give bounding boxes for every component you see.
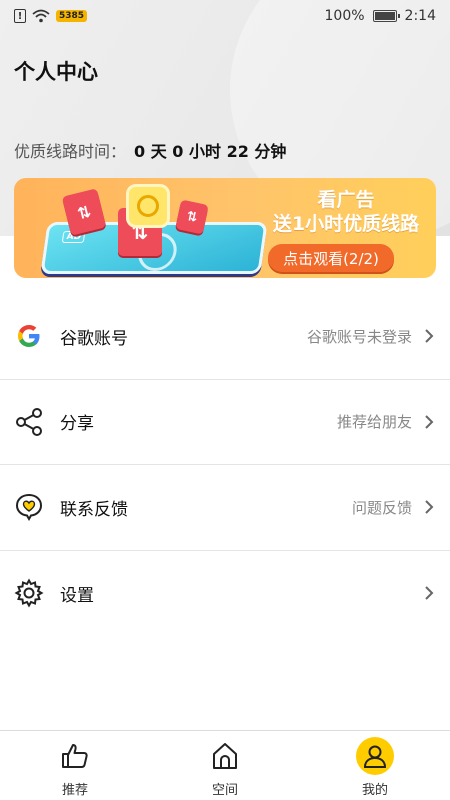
menu-item-hint: 问题反馈 <box>351 498 412 517</box>
menu-item-label: 设置 <box>60 585 94 606</box>
tab-mine[interactable]: 我的 <box>300 731 450 800</box>
wifi-icon <box>32 9 50 23</box>
chevron-right-icon <box>422 412 436 432</box>
watch-ad-banner[interactable]: AD ⇅ ⇅ ⇅ 看广告 送1小时优质线路 点击观看(2/2) <box>14 178 436 278</box>
chevron-right-icon <box>422 583 436 603</box>
status-bar: ! 5385 100% 2:14 <box>0 0 450 32</box>
quality-line-value: 0 天 0 小时 22 分钟 <box>134 142 287 161</box>
menu-item-hint: 推荐给朋友 <box>336 413 412 432</box>
tab-label: 推荐 <box>61 783 88 798</box>
tab-recommend[interactable]: 推荐 <box>0 731 150 800</box>
share-icon <box>14 407 44 437</box>
alert-icon: ! <box>14 9 26 23</box>
tab-label: 我的 <box>361 783 388 798</box>
battery-icon <box>372 10 400 22</box>
chevron-right-icon <box>422 326 436 346</box>
watch-ad-button[interactable]: 点击观看(2/2) <box>268 244 394 272</box>
battery-percent: 100% <box>324 8 365 24</box>
banner-headline-line1: 看广告 <box>317 189 375 211</box>
tab-space[interactable]: 空间 <box>150 731 300 800</box>
chevron-right-icon <box>422 497 436 517</box>
menu-item-feedback[interactable]: 联系反馈 问题反馈 <box>0 465 450 551</box>
thumbs-up-icon <box>56 737 94 775</box>
menu-item-google-account[interactable]: 谷歌账号 谷歌账号未登录 <box>0 294 450 380</box>
battery-fill <box>374 12 395 20</box>
app-badge: 5385 <box>56 10 88 22</box>
menu-item-hint: 谷歌账号未登录 <box>306 327 412 346</box>
menu-item-share[interactable]: 分享 推荐给朋友 <box>0 380 450 465</box>
home-icon <box>206 737 244 775</box>
clock: 2:14 <box>404 8 436 24</box>
quality-line-time: 优质线路时间： 0 天 0 小时 22 分钟 <box>14 138 286 162</box>
menu-item-label: 分享 <box>60 414 94 435</box>
tab-label: 空间 <box>211 783 238 798</box>
gear-icon <box>14 578 44 608</box>
menu-item-label: 谷歌账号 <box>60 328 128 349</box>
clock-coin-icon <box>126 184 170 228</box>
banner-headline: 看广告 送1小时优质线路 <box>260 188 432 236</box>
menu-item-label: 联系反馈 <box>60 499 128 520</box>
banner-headline-line2: 送1小时优质线路 <box>272 213 420 235</box>
quality-line-label: 优质线路时间： <box>14 142 127 161</box>
google-icon <box>14 321 44 351</box>
feedback-heart-icon <box>14 492 44 522</box>
bottom-tab-bar: 推荐 空间 我的 <box>0 730 450 800</box>
page-title: 个人中心 <box>14 60 98 84</box>
user-icon <box>356 737 394 775</box>
settings-menu: 谷歌账号 谷歌账号未登录 分享 推荐给朋友 联系反馈 问题反馈 设置 <box>0 294 450 636</box>
menu-item-settings[interactable]: 设置 <box>0 551 450 637</box>
